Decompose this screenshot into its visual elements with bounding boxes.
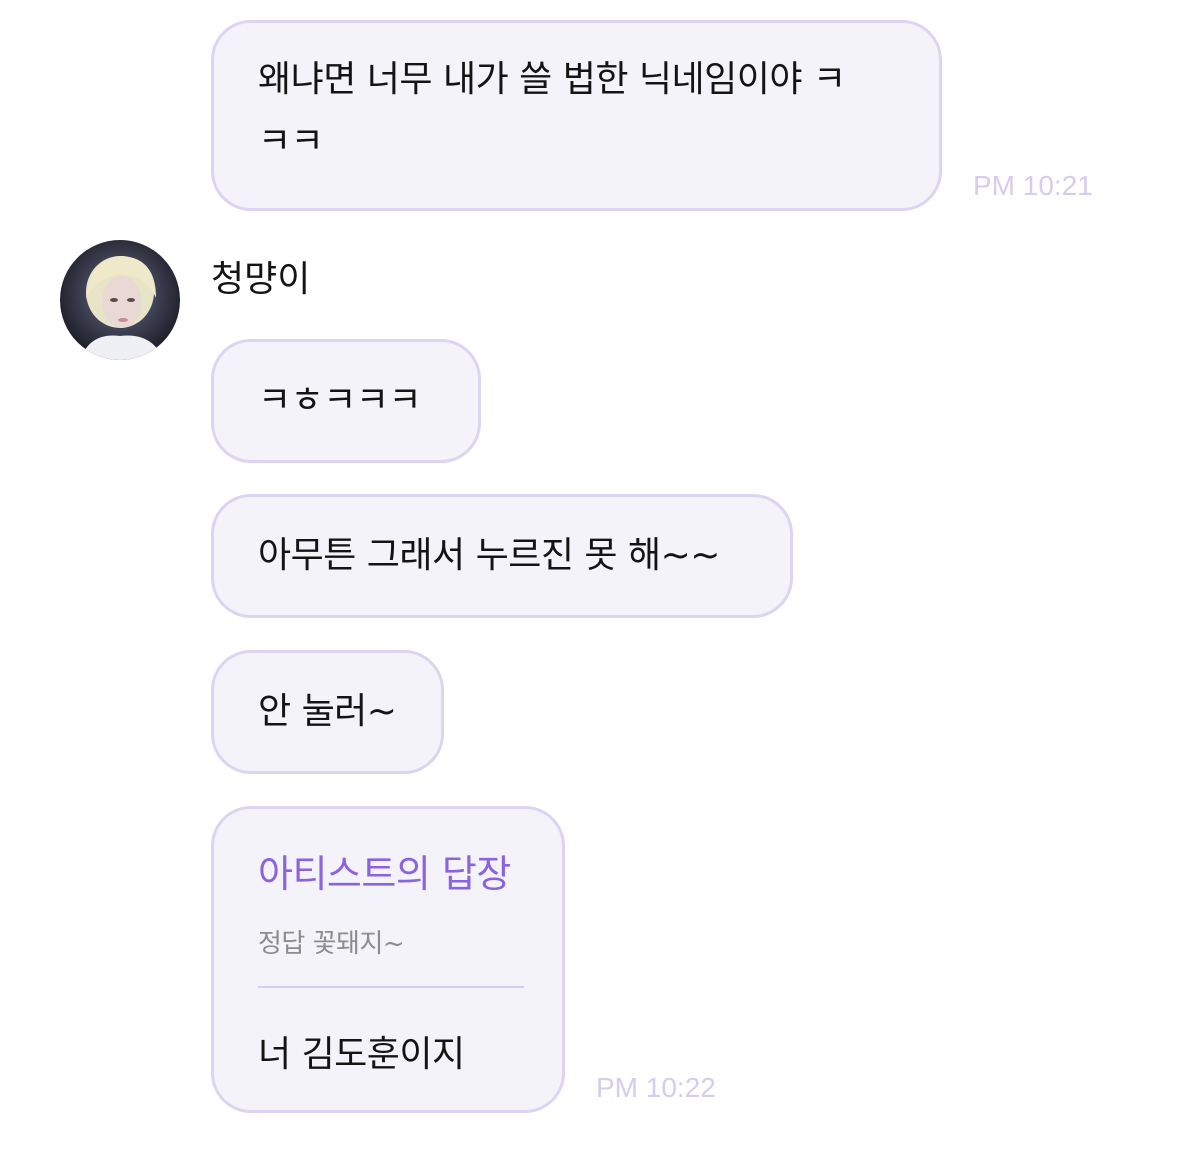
message-bubble[interactable]: 왜냐면 너무 내가 쓸 법한 닉네임이야 ㅋ ㅋㅋ	[211, 20, 942, 211]
message-text: 안 눌러~	[258, 691, 397, 732]
sender-name: 청먕이	[211, 259, 311, 300]
message-timestamp: PM 10:22	[596, 1072, 716, 1103]
reply-text: 너 김도훈이지	[258, 1034, 465, 1075]
message-bubble[interactable]: ㅋㅎㅋㅋㅋ	[211, 339, 481, 463]
reply-divider	[258, 986, 524, 988]
message-bubble[interactable]: 안 눌러~	[211, 650, 444, 774]
message-bubble[interactable]: 아무튼 그래서 누르진 못 해~~	[211, 494, 793, 618]
message-timestamp: PM 10:21	[973, 170, 1093, 201]
message-text: 아무튼 그래서 누르진 못 해~~	[258, 535, 720, 576]
reply-title: 아티스트의 답장	[258, 852, 511, 896]
avatar[interactable]	[60, 240, 180, 360]
reply-quoted-message: 정답 꽃돼지~	[258, 929, 405, 959]
artist-reply-bubble[interactable]: 아티스트의 답장 정답 꽃돼지~ 너 김도훈이지	[211, 806, 565, 1113]
message-text-line: ㅋㅋ	[258, 121, 324, 162]
message-text: ㅋㅎㅋㅋㅋ	[258, 380, 422, 421]
avatar-image	[60, 240, 180, 360]
message-text-line: 왜냐면 너무 내가 쓸 법한 닉네임이야 ㅋ	[258, 59, 846, 100]
